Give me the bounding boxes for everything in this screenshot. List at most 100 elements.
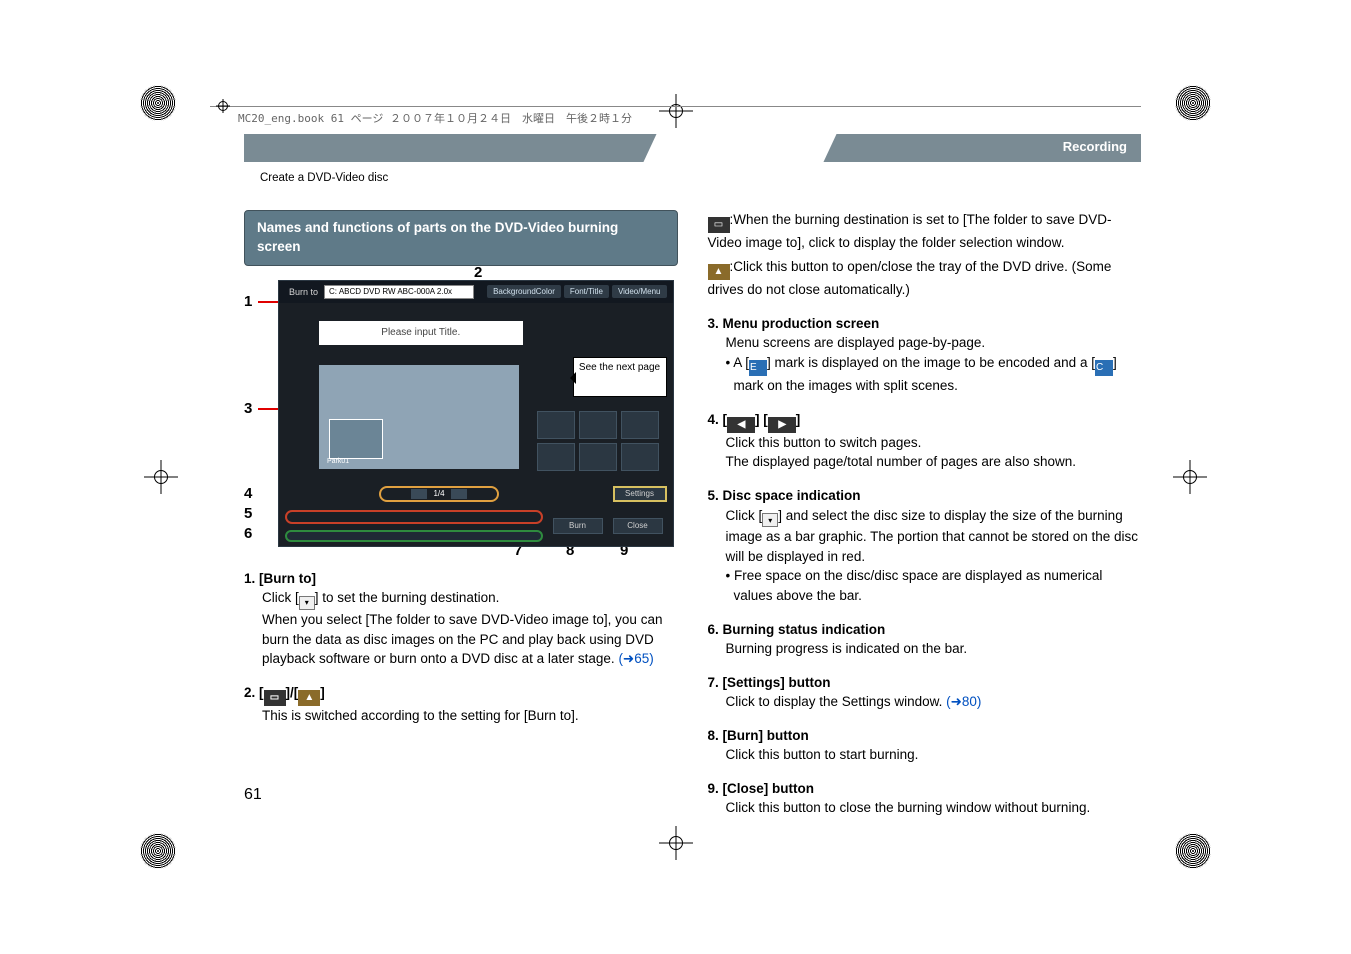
layout-tile[interactable] xyxy=(537,411,575,439)
item-7-line1: Click to display the Settings window. (➜… xyxy=(726,692,1142,712)
burning-status-bar xyxy=(285,530,543,542)
layout-tile[interactable] xyxy=(579,443,617,471)
xref-80-link[interactable]: (➜80) xyxy=(946,694,981,709)
callout-4: 4 xyxy=(244,485,252,502)
item-4-line2: The displayed page/total number of pages… xyxy=(726,452,1142,472)
item-1-head: 1. [Burn to] xyxy=(244,569,678,589)
registration-mark-tl xyxy=(140,85,176,121)
close-button[interactable]: Close xyxy=(613,518,663,534)
item-3: 3. Menu production screen Menu screens a… xyxy=(708,314,1142,396)
item-4-head: 4. [◀] [▶] xyxy=(708,410,1142,433)
banner-gap xyxy=(643,134,836,162)
page-right-icon: ▶ xyxy=(768,417,796,433)
page-left-icon: ◀ xyxy=(727,417,755,433)
burn-button[interactable]: Burn xyxy=(553,518,603,534)
header-marker-icon xyxy=(216,99,230,113)
left-column: Names and functions of parts on the DVD-… xyxy=(244,210,678,809)
item-5-line1: Click [▾] and select the disc size to di… xyxy=(726,506,1142,567)
item-8-line1: Click this button to start burning. xyxy=(726,745,1142,765)
item-9-head: 9. [Close] button xyxy=(708,779,1142,799)
callout-line xyxy=(258,301,280,303)
layout-tiles xyxy=(537,411,667,471)
item-3-line1: Menu screens are displayed page-by-page. xyxy=(726,333,1142,353)
callout-5: 5 xyxy=(244,505,252,522)
crop-mark-top xyxy=(659,94,693,128)
breadcrumb: Create a DVD-Video disc xyxy=(260,172,388,184)
item-5: 5. Disc space indication Click [▾] and s… xyxy=(708,486,1142,606)
item-1: 1. [Burn to] Click [▾] to set the burnin… xyxy=(244,569,678,669)
callout-1: 1 xyxy=(244,293,252,310)
subsection-title: Names and functions of parts on the DVD-… xyxy=(244,210,678,266)
item-8: 8. [Burn] button Click this button to st… xyxy=(708,726,1142,765)
layout-tile[interactable] xyxy=(537,443,575,471)
page-body: Names and functions of parts on the DVD-… xyxy=(244,210,1141,809)
item-9: 9. [Close] button Click this button to c… xyxy=(708,779,1142,818)
layout-tile[interactable] xyxy=(579,411,617,439)
dropdown-icon: ▾ xyxy=(762,513,778,527)
callout-line xyxy=(258,408,280,410)
right-column: ▭:When the burning destination is set to… xyxy=(708,210,1142,809)
menu-thumbnail xyxy=(329,419,383,459)
disc-space-bar xyxy=(285,510,543,524)
item-7-head: 7. [Settings] button xyxy=(708,673,1142,693)
item-6: 6. Burning status indication Burning pro… xyxy=(708,620,1142,659)
item-1-line2: When you select [The folder to save DVD-… xyxy=(262,610,678,669)
item-5-bullet: • Free space on the disc/disc space are … xyxy=(726,566,1142,605)
tab-bgcolor[interactable]: BackgroundColor xyxy=(487,285,561,298)
registration-mark-bl xyxy=(140,833,176,869)
eject-icon: ▲ xyxy=(298,690,320,706)
crop-mark-left xyxy=(144,460,178,494)
item-6-line1: Burning progress is indicated on the bar… xyxy=(726,639,1142,659)
eject-icon: ▲ xyxy=(708,264,730,280)
dropdown-icon: ▾ xyxy=(299,596,315,610)
page-next-icon[interactable] xyxy=(451,489,467,499)
callout-3: 3 xyxy=(244,400,252,417)
tab-videomenu[interactable]: Video/Menu xyxy=(612,285,667,298)
dvd-burning-screen: Burn to C: ABCD DVD RW ABC-000A 2.0x Bac… xyxy=(278,280,674,547)
header-rule xyxy=(210,106,1141,107)
folder-icon: ▭ xyxy=(264,690,286,706)
see-next-page-callout: See the next page xyxy=(573,357,667,397)
eject-desc: ▲:Click this button to open/close the tr… xyxy=(708,257,1142,300)
folder-icon: ▭ xyxy=(708,217,730,233)
item-2-head: 2. [▭]/[▲] xyxy=(244,683,678,706)
crop-mark-bottom xyxy=(659,826,693,860)
layout-tile[interactable] xyxy=(621,411,659,439)
shot-tabs: BackgroundColor Font/Title Video/Menu xyxy=(487,281,672,303)
layout-tile[interactable] xyxy=(621,443,659,471)
section-banner-label: Recording xyxy=(1063,139,1127,154)
item-4-line1: Click this button to switch pages. xyxy=(726,433,1142,453)
page-switcher[interactable]: 1/4 xyxy=(379,486,499,502)
menu-preview: Park01 xyxy=(319,365,519,469)
item-1-line1: Click [▾] to set the burning destination… xyxy=(262,588,678,610)
folder-desc: ▭:When the burning destination is set to… xyxy=(708,210,1142,253)
callout-6: 6 xyxy=(244,525,252,542)
settings-button[interactable]: Settings xyxy=(613,486,667,502)
pager-text: 1/4 xyxy=(433,489,444,498)
item-5-head: 5. Disc space indication xyxy=(708,486,1142,506)
registration-mark-tr xyxy=(1175,85,1211,121)
item-6-head: 6. Burning status indication xyxy=(708,620,1142,640)
item-2: 2. [▭]/[▲] This is switched according to… xyxy=(244,683,678,726)
crop-mark-right xyxy=(1173,460,1207,494)
item-9-line1: Click this button to close the burning w… xyxy=(726,798,1142,818)
item-4: 4. [◀] [▶] Click this button to switch p… xyxy=(708,410,1142,472)
item-3-bullet: • A [E] mark is displayed on the image t… xyxy=(726,353,1142,396)
tab-fonttitle[interactable]: Font/Title xyxy=(564,285,609,298)
callout-2: 2 xyxy=(474,264,482,281)
screenshot-figure: 1 2 3 4 5 6 7 8 9 Burn to C: ABCD DVD RW… xyxy=(244,280,678,555)
item-7: 7. [Settings] button Click to display th… xyxy=(708,673,1142,712)
burn-to-dropdown[interactable]: C: ABCD DVD RW ABC-000A 2.0x xyxy=(324,285,474,299)
item-8-head: 8. [Burn] button xyxy=(708,726,1142,746)
thumb-caption: Park01 xyxy=(327,458,349,465)
page-number: 61 xyxy=(244,786,262,804)
page-prev-icon[interactable] xyxy=(411,489,427,499)
header-filename: MC20_eng.book 61 ページ ２００７年１０月２４日 水曜日 午後２… xyxy=(238,110,632,126)
burn-to-label: Burn to xyxy=(289,287,318,297)
xref-65-link[interactable]: (➜65) xyxy=(618,651,653,666)
item-2-body: This is switched according to the settin… xyxy=(262,706,678,726)
c-mark-icon: C xyxy=(1095,360,1113,376)
title-input[interactable]: Please input Title. xyxy=(319,321,523,345)
item-3-head: 3. Menu production screen xyxy=(708,314,1142,334)
shot-toolbar: Burn to C: ABCD DVD RW ABC-000A 2.0x Bac… xyxy=(279,281,673,303)
